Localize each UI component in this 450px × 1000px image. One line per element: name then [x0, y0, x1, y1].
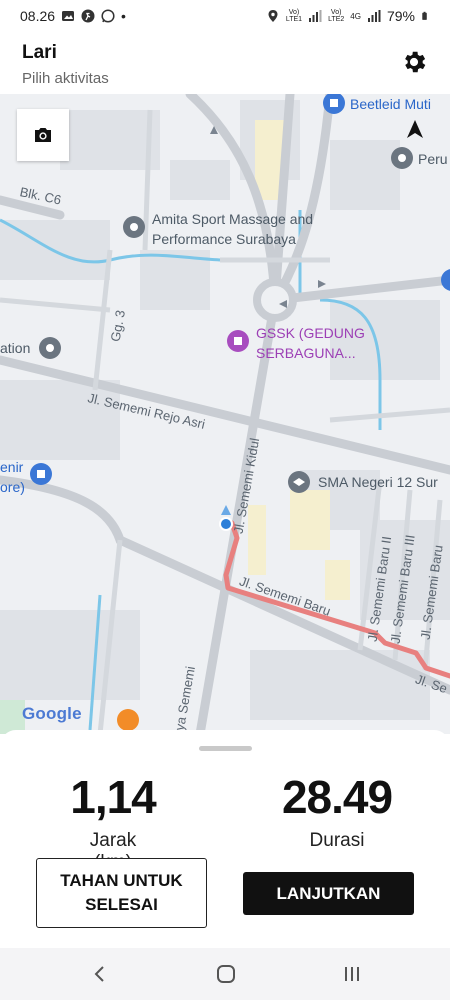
- route-map[interactable]: Beetleid Muti Peru Amita Sport Massage a…: [0, 94, 450, 734]
- battery-icon: [422, 11, 427, 20]
- poi-amita-line1[interactable]: Amita Sport Massage and: [152, 209, 313, 229]
- poi-gssk-line1[interactable]: GSSK (GEDUNG: [256, 323, 365, 343]
- poi-amita-line2[interactable]: Performance Surabaya: [152, 229, 296, 249]
- camera-icon: [35, 128, 51, 142]
- running-icon: [81, 9, 95, 23]
- status-time: 08.26: [20, 8, 56, 24]
- battery-percent: 79%: [386, 8, 415, 24]
- sheet-drag-handle[interactable]: [199, 746, 252, 751]
- home-icon: [217, 965, 235, 983]
- notification-dot-icon: •: [121, 8, 126, 24]
- home-button[interactable]: [206, 960, 246, 988]
- app-header: Lari Pilih aktivitas: [0, 34, 450, 94]
- back-chevron-icon: [94, 966, 104, 982]
- poi-peru[interactable]: Peru: [418, 149, 448, 169]
- gallery-icon: [62, 11, 75, 21]
- hold-to-finish-button[interactable]: TAHAN UNTUK SELESAI: [36, 858, 207, 928]
- google-attribution: Google: [22, 704, 82, 723]
- sim1-label: Vo) LTE1: [285, 9, 303, 23]
- whatsapp-icon: [101, 9, 115, 23]
- camera-button[interactable]: [17, 109, 69, 161]
- continue-button[interactable]: LANJUTKAN: [243, 872, 414, 915]
- poi-gssk-line2[interactable]: SERBAGUNA...: [256, 343, 356, 363]
- location-icon: [268, 10, 278, 22]
- activity-picker[interactable]: Pilih aktivitas: [22, 70, 109, 87]
- status-bar: 08.26 • Vo) LTE1 Vo) LTE2 4G 79%: [0, 0, 450, 34]
- gear-icon[interactable]: [400, 48, 428, 76]
- poi-ation[interactable]: ation: [0, 338, 30, 358]
- workout-summary-sheet: 1,14 Jarak (km) 28.49 Durasi TAHAN UNTUK…: [0, 730, 450, 948]
- sim2-label: Vo) LTE2: [328, 9, 345, 23]
- recents-button[interactable]: [332, 960, 372, 988]
- map-canvas: [0, 94, 450, 734]
- signal-icon-2: [367, 10, 381, 22]
- page-title: Lari: [22, 42, 57, 63]
- navigation-arrow-icon: [407, 120, 423, 138]
- distance-value: 1,14: [70, 771, 157, 823]
- back-button[interactable]: [80, 960, 120, 988]
- recenter-button[interactable]: [392, 106, 438, 152]
- network-type: 4G: [350, 11, 361, 21]
- system-nav-bar: [0, 948, 450, 1000]
- duration-label: Durasi: [309, 830, 365, 851]
- duration-value: 28.49: [281, 771, 393, 823]
- poi-enir-line2[interactable]: ore): [0, 477, 25, 497]
- poi-enir-line1[interactable]: enir: [0, 457, 23, 477]
- recents-icon: [345, 967, 359, 981]
- signal-icon: [309, 10, 322, 22]
- poi-sma-negeri-12[interactable]: SMA Negeri 12 Sur: [318, 472, 438, 492]
